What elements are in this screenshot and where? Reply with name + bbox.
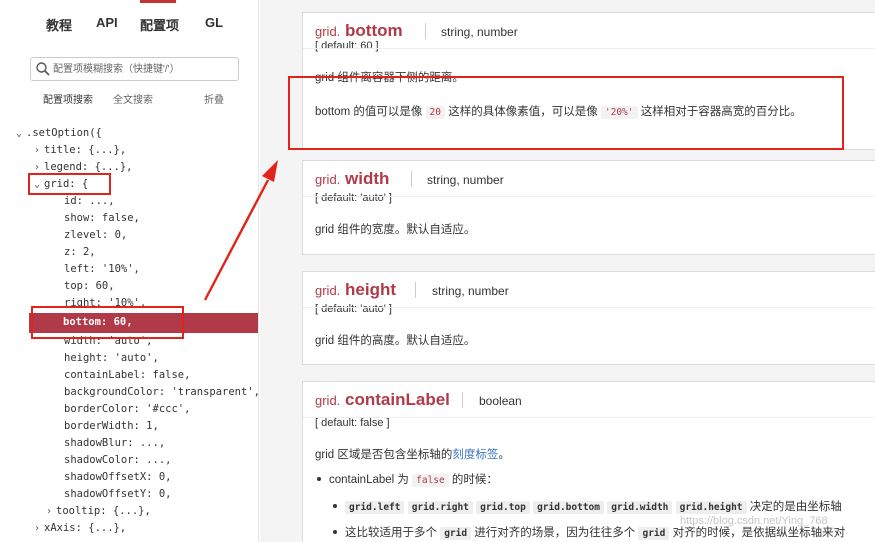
tab-option[interactable]: 配置项 bbox=[140, 15, 179, 34]
chevron-right-icon: › bbox=[34, 162, 41, 173]
description: grid 组件离容器下侧的距离。 bbox=[315, 72, 464, 84]
doc-card-height: grid. height string, number [ default: '… bbox=[302, 271, 875, 365]
tree-item-height[interactable]: height: 'auto', bbox=[64, 350, 159, 367]
search-modes: 配置项搜索 全文搜索 折叠 bbox=[0, 91, 258, 107]
watermark: https://blog.csdn.net/Ying_768 bbox=[680, 515, 828, 527]
tree-item-grid[interactable]: ⌄ grid: { bbox=[34, 176, 88, 193]
tree-item-show[interactable]: show: false, bbox=[64, 210, 140, 227]
doc-card-width: grid. width string, number [ default: 'a… bbox=[302, 160, 875, 255]
tree-item-bottom-selected[interactable]: bottom: 60, bbox=[29, 313, 258, 333]
tab-gl[interactable]: GL bbox=[205, 15, 223, 30]
tree-item-tooltip[interactable]: › tooltip: {...}, bbox=[46, 503, 151, 520]
tree-item-z[interactable]: z: 2, bbox=[64, 244, 96, 261]
axis-label-link[interactable]: 刻度标签 bbox=[452, 449, 498, 461]
tree-item-containlabel[interactable]: containLabel: false, bbox=[64, 367, 190, 384]
chevron-right-icon: › bbox=[46, 506, 53, 517]
list-item: containLabel 为 false 的时候： bbox=[317, 471, 875, 487]
fulltext-search-mode[interactable]: 全文搜索 bbox=[113, 91, 153, 106]
description: grid 区域是否包含坐标轴的刻度标签。 bbox=[315, 449, 510, 461]
tree-item-id[interactable]: id: ..., bbox=[64, 193, 115, 210]
collapse-button[interactable]: 折叠 bbox=[204, 91, 224, 106]
sidebar: 教程 API 配置项 GL 配置项搜索 全文搜索 折叠 ⌄.setOption(… bbox=[0, 0, 259, 542]
tree-item-legend[interactable]: › legend: {...}, bbox=[34, 159, 133, 176]
description: grid 组件的高度。默认自适应。 bbox=[315, 335, 476, 347]
tree-item-shadowcolor[interactable]: shadowColor: ..., bbox=[64, 452, 171, 469]
tree-item-zlevel[interactable]: zlevel: 0, bbox=[64, 227, 127, 244]
list-item: grid.left grid.right grid.top grid.botto… bbox=[333, 498, 875, 514]
tree-root[interactable]: ⌄ .setOption({ bbox=[16, 125, 102, 142]
description-detail: bottom 的值可以是像 20 这样的具体像素值，可以是像 '20%' 这样相… bbox=[315, 106, 802, 119]
search-input[interactable] bbox=[53, 60, 233, 78]
card-title: grid. width bbox=[315, 169, 390, 188]
card-title: grid. height bbox=[315, 280, 397, 299]
type-label: string, number bbox=[441, 25, 518, 39]
search-box[interactable] bbox=[30, 57, 239, 81]
chevron-right-icon: › bbox=[34, 523, 41, 534]
type-label: boolean bbox=[479, 394, 522, 408]
active-tab-indicator bbox=[140, 0, 176, 3]
doc-card-bottom: grid. bottom string, number [ default: 6… bbox=[302, 12, 875, 150]
tree-item-top[interactable]: top: 60, bbox=[64, 278, 115, 295]
chevron-down-icon: ⌄ bbox=[16, 128, 23, 139]
tree-item-shadowblur[interactable]: shadowBlur: ..., bbox=[64, 435, 165, 452]
config-search-mode[interactable]: 配置项搜索 bbox=[43, 91, 93, 106]
tree-item-right[interactable]: right: '10%', bbox=[64, 295, 146, 312]
tab-tutorial[interactable]: 教程 bbox=[46, 15, 72, 34]
tree-item-backgroundcolor[interactable]: backgroundColor: 'transparent', bbox=[64, 384, 258, 401]
tree-item-borderwidth[interactable]: borderWidth: 1, bbox=[64, 418, 159, 435]
tree-item-shadowoffsety[interactable]: shadowOffsetY: 0, bbox=[64, 486, 171, 503]
tree-item-left[interactable]: left: '10%', bbox=[64, 261, 140, 278]
search-icon bbox=[36, 62, 50, 76]
type-label: string, number bbox=[427, 173, 504, 187]
chevron-right-icon: › bbox=[34, 145, 41, 156]
doc-panel: grid. bottom string, number [ default: 6… bbox=[260, 0, 875, 542]
tree-item-title[interactable]: › title: {...}, bbox=[34, 142, 126, 159]
tree-item-width[interactable]: width: 'auto', bbox=[64, 333, 153, 350]
tree-item-bordercolor[interactable]: borderColor: '#ccc', bbox=[64, 401, 190, 418]
description: grid 组件的宽度。默认自适应。 bbox=[315, 224, 476, 236]
card-title: grid. containLabel bbox=[315, 390, 450, 409]
tree-item-xaxis[interactable]: › xAxis: {...}, bbox=[34, 520, 126, 537]
tab-api[interactable]: API bbox=[96, 15, 118, 30]
chevron-down-icon: ⌄ bbox=[34, 179, 41, 190]
bullet-list: containLabel 为 false 的时候： bbox=[303, 471, 875, 487]
type-label: string, number bbox=[432, 284, 509, 298]
sidebar-tabs: 教程 API 配置项 GL bbox=[0, 0, 258, 46]
card-title: grid. bottom bbox=[315, 21, 403, 40]
tree-item-shadowoffsetx[interactable]: shadowOffsetX: 0, bbox=[64, 469, 171, 486]
